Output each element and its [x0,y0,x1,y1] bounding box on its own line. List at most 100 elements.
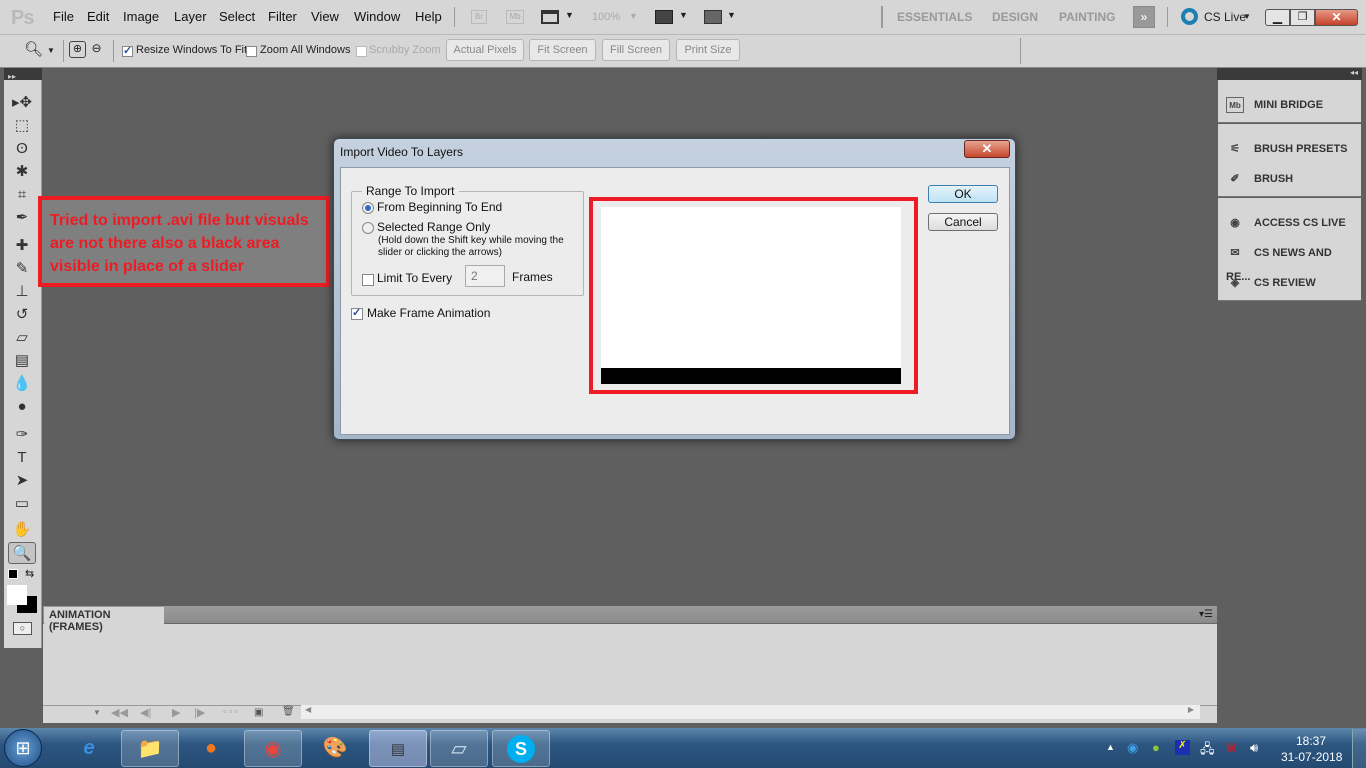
limit-frames-input[interactable]: 2 [465,265,505,287]
menu-edit[interactable]: Edit [87,9,109,24]
panel-mini-bridge[interactable]: Mb MINI BRIDGE [1226,93,1356,117]
menu-filter[interactable]: Filter [268,9,297,24]
mcafee-icon[interactable]: M [1226,740,1237,755]
panel-cs-news[interactable]: ✉ CS NEWS AND RE... [1226,241,1356,283]
taskbar-file-explorer[interactable]: 📁 [121,730,179,767]
tray-app-icon[interactable]: ✗ [1175,740,1190,755]
arrange-documents-icon[interactable] [655,10,673,24]
bridge-button[interactable]: Br [471,10,487,24]
quick-mask-icon[interactable]: ○ [13,622,32,635]
pen-tool-icon[interactable]: ✑ [8,424,36,446]
print-size-button[interactable]: Print Size [676,39,740,61]
panel-access-cs-live[interactable]: ◉ ACCESS CS LIVE [1226,211,1356,235]
show-desktop-button[interactable] [1352,729,1366,768]
type-tool-icon[interactable]: T [8,447,36,469]
cancel-button[interactable]: Cancel [928,213,998,231]
zoom-tool-icon[interactable]: 🔍 [8,542,36,564]
tray-chrome-remote-icon[interactable]: ◉ [1127,740,1138,756]
fill-screen-button[interactable]: Fill Screen [602,39,670,61]
healing-brush-tool-icon[interactable]: ✚ [8,235,36,257]
menu-help[interactable]: Help [415,9,442,24]
restore-button[interactable]: ❐ [1290,9,1315,26]
brush-tool-icon[interactable]: ✎ [8,258,36,280]
resize-windows-checkbox[interactable] [122,44,133,58]
lasso-tool-icon[interactable]: ʘ [8,138,36,160]
clone-stamp-tool-icon[interactable]: ⊥ [8,281,36,303]
tab-animation-frames[interactable]: ANIMATION (FRAMES) [44,607,164,633]
screen-mode-icon[interactable] [704,10,722,24]
tools-panel-header[interactable]: ▸▸ [4,68,42,81]
eyedropper-tool-icon[interactable]: ✒ [8,207,36,229]
first-frame-icon[interactable]: ◀◀ [111,706,128,719]
blur-tool-icon[interactable]: 💧 [8,373,36,395]
extras-icon[interactable] [541,10,559,24]
ok-button[interactable]: OK [928,185,998,203]
previous-frame-icon[interactable]: ◀| [140,706,151,719]
crop-tool-icon[interactable]: ⌗ [8,184,36,206]
start-button[interactable]: ⊞ [4,729,42,767]
more-workspaces-button[interactable]: » [1133,6,1155,28]
menu-window[interactable]: Window [354,9,400,24]
next-frame-icon[interactable]: |▶ [194,706,205,719]
taskbar-internet-explorer[interactable]: e [60,730,118,767]
workspace-design[interactable]: DESIGN [992,10,1038,24]
loop-options-icon[interactable]: ▼ [93,708,101,717]
menu-layer[interactable]: Layer [174,9,207,24]
taskbar-notepad[interactable]: ▱ [430,730,488,767]
chevron-down-icon[interactable]: ▼ [1243,12,1251,21]
fit-screen-button[interactable]: Fit Screen [529,39,596,61]
duplicate-frame-icon[interactable]: ▣ [254,707,263,718]
panel-cs-review[interactable]: ◈ CS REVIEW [1226,271,1356,295]
make-frame-animation-checkbox[interactable] [351,306,363,320]
zoom-level[interactable]: 100% [592,11,620,23]
zoom-tool-preset-icon[interactable]: 🔍︎ [24,40,43,58]
panel-brush[interactable]: ✐ BRUSH [1226,167,1356,191]
swap-colors-icon[interactable]: ⇆ [25,567,34,580]
selected-range-label[interactable]: Selected Range Only [377,220,490,234]
zoom-in-icon[interactable]: ⊕ [69,41,86,58]
panel-menu-icon[interactable]: ▾☰ [1199,609,1213,620]
tray-green-icon[interactable]: ● [1152,740,1160,755]
shape-tool-icon[interactable]: ▭ [8,493,36,515]
magic-wand-tool-icon[interactable]: ✱ [8,161,36,183]
delete-frame-icon[interactable]: 🗑 [282,706,295,717]
dialog-close-button[interactable]: ✕ [964,140,1010,158]
menu-file[interactable]: File [53,9,74,24]
tween-icon[interactable]: ∘∘∘ [222,706,239,717]
from-beginning-label[interactable]: From Beginning To End [377,200,502,214]
default-colors-icon[interactable] [8,569,18,579]
from-beginning-radio[interactable] [362,200,374,214]
actual-pixels-button[interactable]: Actual Pixels [446,39,524,61]
foreground-color-swatch[interactable] [7,585,27,605]
scrubby-zoom-checkbox[interactable] [356,44,367,58]
zoom-out-icon[interactable]: ⊖ [88,41,105,58]
show-hidden-icons[interactable]: ▲ [1106,742,1115,752]
workspace-essentials[interactable]: ESSENTIALS [897,10,972,24]
hand-tool-icon[interactable]: ✋ [8,519,36,541]
mini-bridge-button[interactable]: Mb [506,10,524,24]
chevron-down-icon[interactable]: ▼ [679,10,688,20]
clock-time[interactable]: 18:37 [1296,734,1326,748]
close-window-button[interactable]: ✕ [1315,9,1358,26]
chevron-down-icon[interactable]: ▼ [727,10,736,20]
minimize-button[interactable]: ▁ [1265,9,1290,26]
marquee-tool-icon[interactable]: ⬚ [8,115,36,137]
horizontal-scrollbar[interactable]: ◀ ▶ [301,705,1200,719]
selected-range-radio[interactable] [362,220,374,234]
taskbar-active-window[interactable]: ▤ [369,730,427,767]
limit-frames-checkbox[interactable] [362,272,374,286]
path-selection-tool-icon[interactable]: ➤ [8,470,36,492]
chevron-down-icon[interactable]: ▼ [47,46,55,55]
gradient-tool-icon[interactable]: ▤ [8,350,36,372]
taskbar-chrome[interactable]: ◉ [244,730,302,767]
clock-date[interactable]: 31-07-2018 [1281,750,1342,764]
taskbar-skype[interactable]: S [492,730,550,767]
menu-view[interactable]: View [311,9,339,24]
menu-select[interactable]: Select [219,9,255,24]
cs-live-menu[interactable]: CS Live [1204,10,1246,24]
chevron-down-icon[interactable]: ▼ [565,10,574,20]
right-panel-header[interactable]: ◂◂ [1217,68,1362,80]
network-icon[interactable]: 🖧 [1200,740,1215,762]
menu-image[interactable]: Image [123,9,159,24]
dodge-tool-icon[interactable]: ● [8,396,36,418]
